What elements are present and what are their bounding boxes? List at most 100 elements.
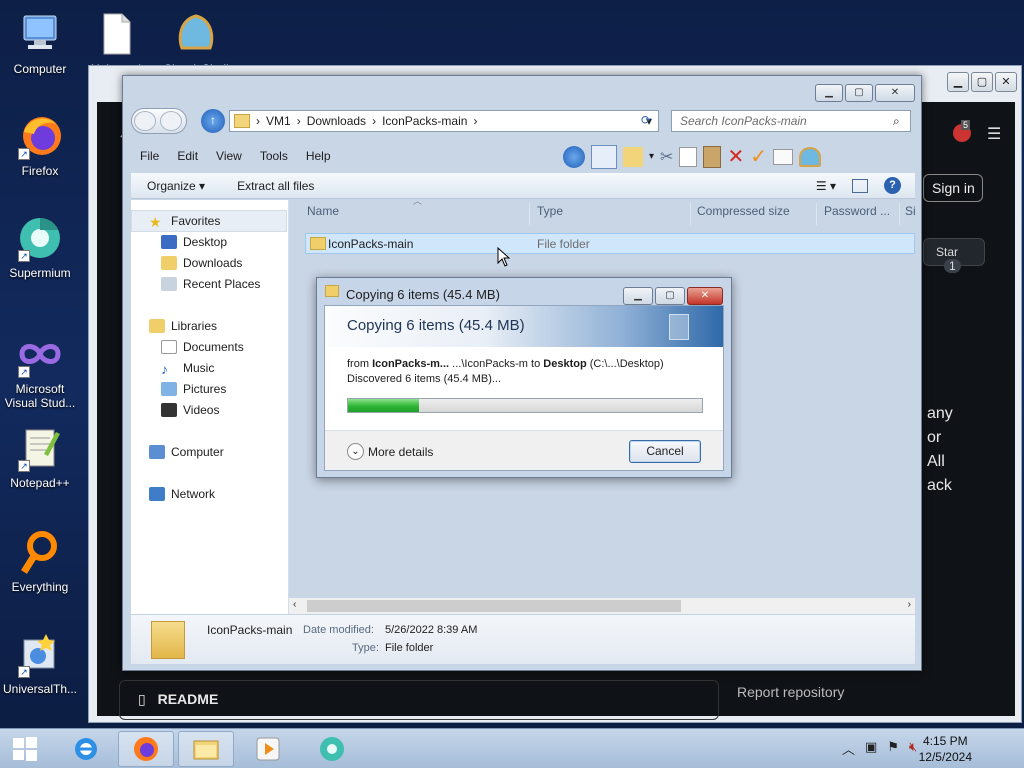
scroll-right-icon[interactable]: › <box>908 599 911 610</box>
explorer-minimize-button[interactable]: ▁ <box>815 84 843 102</box>
nav-network[interactable]: Network <box>149 484 215 504</box>
desktop-icon-visual-studio[interactable]: ↗ Microsoft Visual Stud... <box>0 330 80 410</box>
preview-pane-icon[interactable] <box>852 178 868 193</box>
browser-maximize-button[interactable]: ▢ <box>971 72 993 92</box>
nav-music[interactable]: ♪ Music <box>161 358 214 378</box>
taskbar-firefox[interactable] <box>118 731 174 767</box>
dialog-maximize-button[interactable]: ▢ <box>655 287 685 305</box>
chevron-down-icon[interactable]: ▾ <box>649 151 654 162</box>
delete-icon[interactable]: ✕ <box>727 144 744 169</box>
nav-videos[interactable]: Videos <box>161 400 219 420</box>
taskbar-ie[interactable] <box>58 731 114 767</box>
taskbar-media-player[interactable] <box>240 731 296 767</box>
taskbar-explorer[interactable] <box>178 731 234 767</box>
mail-icon[interactable] <box>772 148 793 165</box>
checkmark-icon[interactable]: ✓ <box>750 144 767 169</box>
desktop-icon-firefox[interactable]: ↗ Firefox <box>0 112 80 178</box>
nav-libraries[interactable]: Libraries <box>149 316 217 336</box>
desktop-icon-everything[interactable]: Everything <box>0 528 80 594</box>
browser-minimize-button[interactable]: ▁ <box>947 72 969 92</box>
address-bar[interactable]: › VM1 › Downloads › IconPacks-main › ▾ <box>229 110 659 132</box>
taskbar-clock[interactable]: 4:15 PM 12/5/2024 <box>919 733 972 765</box>
volume-muted-icon[interactable]: 🔇︎ <box>909 739 917 758</box>
menu-file[interactable]: File <box>131 146 168 166</box>
horizontal-scrollbar[interactable]: ‹ › <box>289 598 915 614</box>
chevron-right-icon[interactable]: › <box>256 114 260 128</box>
column-separator[interactable] <box>690 203 691 225</box>
dialog-minimize-button[interactable]: ▁ <box>623 287 653 305</box>
taskbar-supermium[interactable] <box>304 731 360 767</box>
scrollbar-thumb[interactable] <box>307 600 681 612</box>
view-options-icon[interactable]: ☰ ▾ <box>816 179 836 193</box>
organize-button[interactable]: Organize ▾ <box>131 179 221 193</box>
help-icon[interactable]: ? <box>884 177 901 194</box>
cancel-button[interactable]: Cancel <box>629 440 701 463</box>
back-forward-buttons[interactable] <box>131 108 187 134</box>
cut-icon[interactable]: ✂ <box>660 147 673 167</box>
tray-expand-icon[interactable]: ︿ <box>842 739 855 758</box>
breadcrumb-item[interactable]: VM1 <box>266 114 291 128</box>
up-icon[interactable] <box>563 145 585 168</box>
nav-documents[interactable]: Documents <box>161 337 244 357</box>
to-name[interactable]: Desktop <box>543 358 586 370</box>
menu-help[interactable]: Help <box>297 146 340 166</box>
search-icon[interactable]: ⌕ <box>893 114 900 129</box>
column-name[interactable]: Name <box>307 204 339 218</box>
network-tray-icon[interactable]: ▣ <box>865 739 877 758</box>
search-input[interactable]: Search IconPacks-main <box>671 110 911 132</box>
action-center-icon[interactable]: ⚑ <box>887 739 899 758</box>
explorer-maximize-button[interactable]: ▢ <box>845 84 873 102</box>
shell-icon[interactable] <box>798 146 821 167</box>
more-details-link[interactable]: More details <box>368 445 433 459</box>
column-separator[interactable] <box>899 203 900 225</box>
nav-desktop[interactable]: Desktop <box>161 232 227 252</box>
from-name[interactable]: IconPacks-m... <box>372 358 449 370</box>
desktop-icon-supermium[interactable]: ↗ Supermium <box>0 214 80 280</box>
nav-favorites[interactable]: ★ Favorites <box>149 211 220 231</box>
table-row[interactable]: IconPacks-main File folder <box>305 233 915 254</box>
chevron-right-icon[interactable]: › <box>297 114 301 128</box>
nav-downloads[interactable]: Downloads <box>161 253 242 273</box>
menu-edit[interactable]: Edit <box>168 146 207 166</box>
desktop-icon-universal-theme[interactable]: ↗ UniversalTh... <box>0 630 80 696</box>
readme-tab[interactable]: ▯ README <box>119 680 719 720</box>
scroll-left-icon[interactable]: ‹ <box>293 599 296 610</box>
menu-icon[interactable]: ☰ <box>987 124 1001 144</box>
breadcrumb-item[interactable]: Downloads <box>307 114 366 128</box>
refresh-icon[interactable]: ⟳ <box>641 113 651 127</box>
up-folder-button[interactable]: ↑ <box>201 109 225 133</box>
desktop-icon-notepadpp[interactable]: ↗ Notepad++ <box>0 424 80 490</box>
folder-pane-icon[interactable] <box>591 144 617 169</box>
chevron-right-icon[interactable]: › <box>372 114 376 128</box>
chevron-down-icon[interactable]: ⌄ <box>347 443 364 460</box>
column-separator[interactable] <box>529 203 530 225</box>
column-compressed-size[interactable]: Compressed size <box>697 204 790 218</box>
chevron-right-icon[interactable]: › <box>473 114 477 128</box>
copy-progress-dialog[interactable]: Copying 6 items (45.4 MB) ▁ ▢ ✕ Copying … <box>316 277 732 478</box>
paste-icon[interactable] <box>703 145 722 168</box>
back-button[interactable] <box>134 111 156 131</box>
copy-icon[interactable] <box>679 146 698 167</box>
extract-all-button[interactable]: Extract all files <box>221 179 330 193</box>
explorer-close-button[interactable]: ✕ <box>875 84 915 102</box>
column-size[interactable]: Si <box>905 204 916 218</box>
folder-options-icon[interactable] <box>623 146 643 167</box>
browser-close-button[interactable]: ✕ <box>995 72 1017 92</box>
menu-view[interactable]: View <box>207 146 251 166</box>
desktop-icon-computer[interactable]: Computer <box>0 10 80 76</box>
forward-button[interactable] <box>160 111 182 131</box>
nav-pictures[interactable]: Pictures <box>161 379 226 399</box>
column-separator[interactable] <box>816 203 817 225</box>
star-button[interactable]: Star 1 <box>923 238 985 273</box>
nav-recent-places[interactable]: Recent Places <box>161 274 260 294</box>
desktop-icon-classicshell[interactable]: ClassicShell <box>156 10 236 70</box>
sign-in-button[interactable]: Sign in <box>923 174 983 202</box>
nav-computer[interactable]: Computer <box>149 442 224 462</box>
start-button[interactable] <box>0 731 50 767</box>
desktop-icon-universal[interactable]: Universal <box>76 10 156 70</box>
breadcrumb-item[interactable]: IconPacks-main <box>382 114 467 128</box>
column-type[interactable]: Type <box>537 204 563 218</box>
report-repository-link[interactable]: Report repository <box>737 684 844 700</box>
dialog-close-button[interactable]: ✕ <box>687 287 723 305</box>
menu-tools[interactable]: Tools <box>251 146 297 166</box>
